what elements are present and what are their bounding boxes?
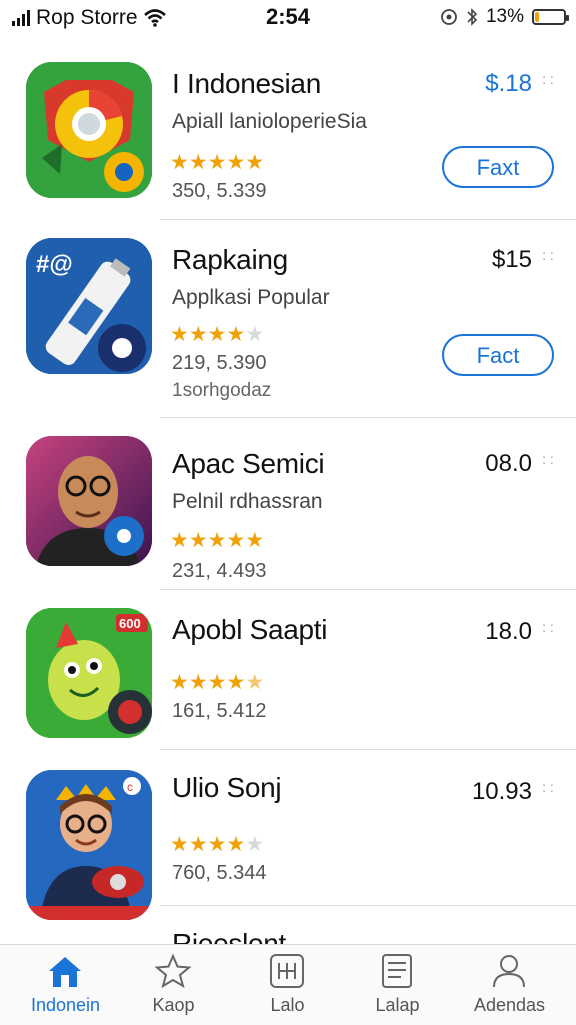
rating-stars: ★★★★★ [170,528,264,553]
more-icon[interactable]: : : [542,780,554,794]
price-label: $15 [491,246,532,273]
svg-text:c: c [127,780,133,794]
app-icon-browser[interactable] [26,62,152,198]
status-bar: Rop Storre 2:54 13% [0,0,576,34]
app-name[interactable]: Apac Semici [172,448,325,480]
star-icon: ★ [207,833,227,856]
rating-stars: ★★★★★ [170,832,264,857]
status-right: 13% [440,6,569,28]
star-icon: ★ [245,529,265,552]
app-row[interactable]: #@ Rapkaing Applkasi Popular ★★★★★ 219, … [0,220,576,418]
tab-kaop[interactable]: Kaop [116,945,231,1025]
review-count: 350, 5.339 [172,180,267,202]
tab-label: Lalap [375,995,420,1015]
home-icon [49,957,81,987]
get-button[interactable]: Fact [442,334,554,376]
price-label: 18.0 [485,618,532,645]
svg-text:#@: #@ [36,251,73,278]
rating-stars: ★★★★★ [170,150,264,175]
star-icon: ★ [188,151,208,174]
review-count: 161, 5.412 [172,700,267,722]
tab-label: Indonein [30,995,101,1015]
app-name[interactable]: I Indonesian [172,68,321,100]
tab-label: Lalo [270,995,305,1015]
grid-icon [270,954,304,988]
rating-stars: ★★★★★ [170,322,264,347]
star-icon: ★ [188,323,208,346]
star-icon: ★ [188,671,208,694]
star-icon: ★ [188,529,208,552]
app-name[interactable]: Apobl Saapti [172,614,327,646]
more-icon[interactable]: : : [542,452,554,466]
review-count: 760, 5.344 [172,862,267,884]
star-icon: ★ [170,671,189,694]
star-icon: ★ [226,151,246,174]
star-icon: ★ [226,529,246,552]
star-icon: ★ [188,833,208,856]
star-icon: ★ [245,671,265,694]
svg-text:600: 600 [119,616,141,631]
app-icon-avatar[interactable] [26,436,152,566]
star-icon: ★ [245,151,265,174]
get-button[interactable]: Faxt [442,146,554,188]
star-icon: ★ [226,323,246,346]
app-row[interactable]: I Indonesian Apiall lanioloperieSia ★★★★… [0,38,576,220]
tab-lalo[interactable]: Lalo [230,945,345,1025]
star-icon: ★ [207,671,227,694]
battery-icon [532,9,569,25]
star-icon [154,953,192,989]
star-icon: ★ [170,833,189,856]
star-icon: ★ [245,323,265,346]
app-subtitle: Apiall lanioloperieSia [172,110,367,133]
review-count: 231, 4.493 [172,560,267,582]
app-icon-character[interactable]: c [26,770,152,920]
tab-adendas[interactable]: Adendas [452,945,567,1025]
app-icon-usb[interactable]: #@ [26,238,152,374]
battery-percent: 13% [485,6,524,27]
star-icon: ★ [170,151,189,174]
more-icon[interactable]: : : [542,620,554,634]
bluetooth-icon [467,8,478,26]
star-icon: ★ [226,833,246,856]
app-icon-game[interactable]: 600 [26,608,152,738]
app-name[interactable]: Ulio Sonj [172,772,282,804]
tab-label: Adendas [473,995,546,1015]
star-icon: ★ [170,323,189,346]
app-name[interactable]: Rapkaing [172,244,288,276]
app-subtitle: Applkasi Popular [172,286,330,309]
more-icon[interactable]: : : [542,72,554,86]
app-name[interactable]: Rieeslent [172,928,286,944]
tab-lalap[interactable]: Lalap [340,945,455,1025]
review-count: 219, 5.390 [172,352,267,374]
tab-label: Kaop [152,995,195,1015]
app-extra-text: 1sorhgodaz [172,380,272,401]
document-icon [382,954,412,988]
star-icon: ★ [226,671,246,694]
tab-indonein[interactable]: Indonein [8,945,123,1025]
price-label: $.18 [485,70,532,97]
star-icon: ★ [245,833,265,856]
star-icon: ★ [207,151,227,174]
rating-stars: ★★★★★ [170,670,264,695]
star-icon: ★ [170,529,189,552]
price-label: 10.93 [471,778,532,805]
more-icon[interactable]: : : [542,248,554,262]
star-icon: ★ [207,323,227,346]
location-icon [441,9,457,25]
app-row[interactable]: Apac Semici Pelnil rdhassran ★★★★★ 231, … [0,418,576,590]
app-row[interactable]: Rieeslent [0,906,576,944]
tab-bar: Indonein Kaop Lalo Lalap Adendas [0,944,576,1025]
app-subtitle: Pelnil rdhassran [172,490,323,513]
app-list[interactable]: I Indonesian Apiall lanioloperieSia ★★★★… [0,38,576,944]
person-icon [493,955,525,988]
price-label: 08.0 [485,450,532,477]
app-row[interactable]: c Ulio Sonj ★★★★★ 760, 5.344 10.93 : : [0,750,576,920]
app-row[interactable]: 600 Apobl Saapti ★★★★★ 161, 5.412 18.0 :… [0,590,576,750]
star-icon: ★ [207,529,227,552]
